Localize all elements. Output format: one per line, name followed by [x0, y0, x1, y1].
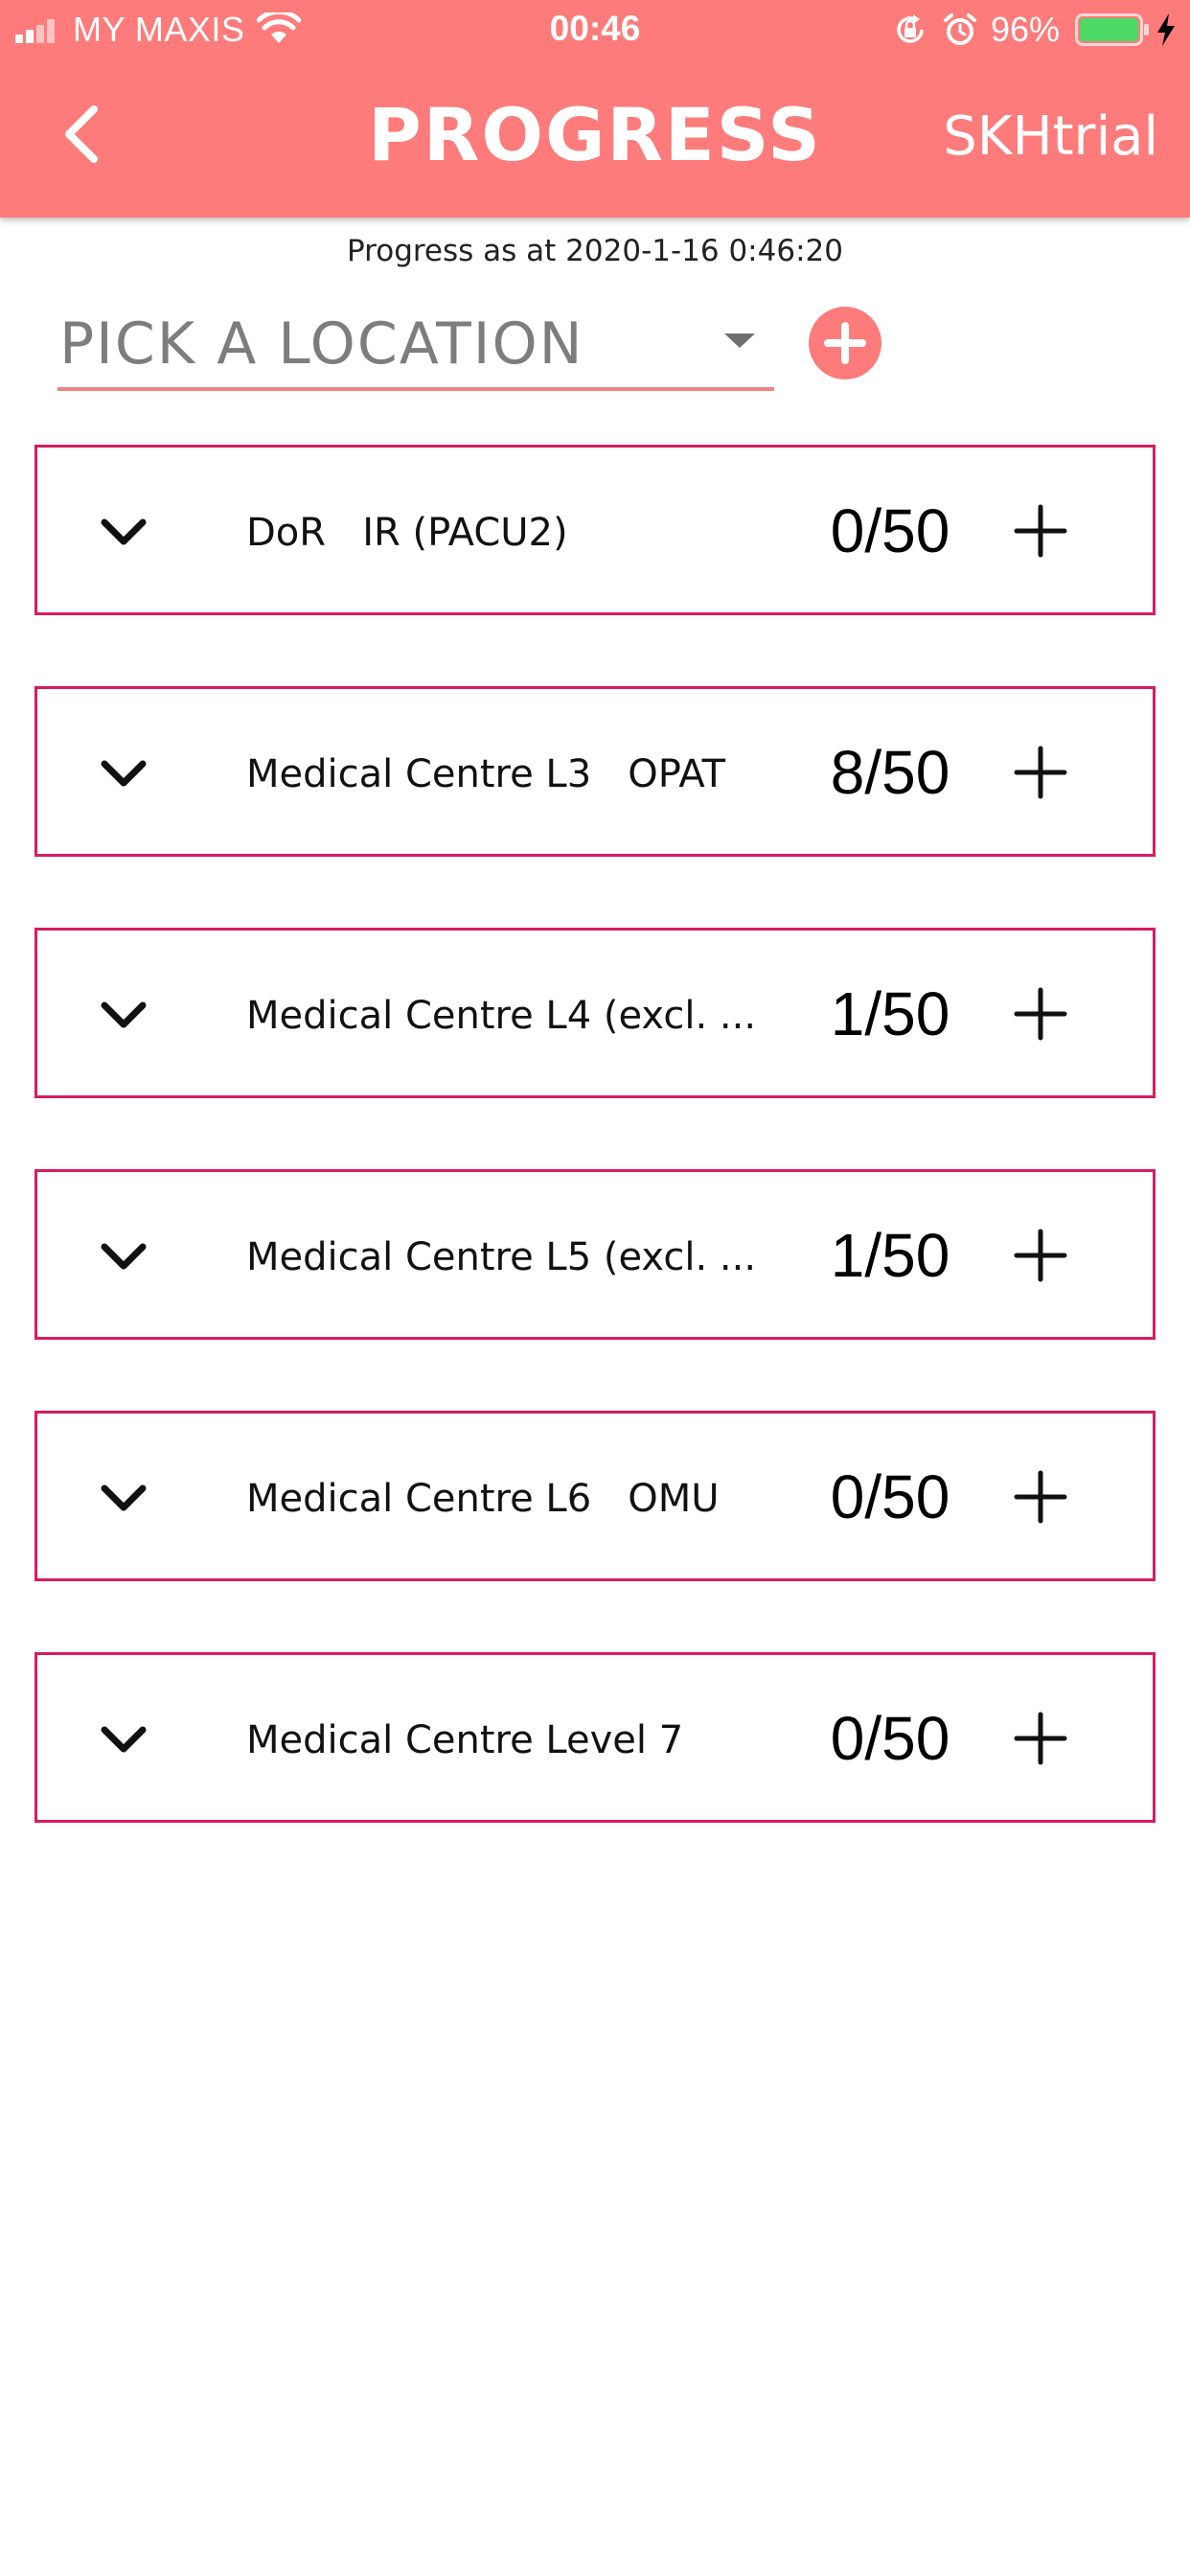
location-card[interactable]: Medical Centre L5 (excl. ... 1/50 [34, 1169, 1156, 1340]
plus-circle-icon [824, 322, 866, 364]
chevron-down-icon[interactable] [97, 1716, 150, 1762]
location-name: Medical Centre L6 OMU [246, 1477, 720, 1521]
chevron-down-icon[interactable] [97, 1233, 150, 1279]
status-bar: MY MAXIS 00:46 96% [0, 0, 1190, 59]
location-list: DoR IR (PACU2) 0/50 Medical Centre L3 OP… [34, 445, 1156, 1894]
alarm-icon [944, 13, 976, 45]
chevron-down-icon[interactable] [97, 509, 150, 555]
location-name: Medical Centre L3 OPAT [246, 752, 726, 796]
add-icon[interactable] [1009, 1465, 1072, 1529]
user-label[interactable]: SKHtrial [943, 105, 1158, 168]
location-progress: 0/50 [830, 1704, 950, 1773]
location-card[interactable]: Medical Centre L3 OPAT 8/50 [34, 686, 1156, 857]
location-progress: 0/50 [830, 1462, 950, 1531]
location-card[interactable]: Medical Centre Level 7 0/50 [34, 1652, 1156, 1823]
location-progress: 8/50 [830, 738, 950, 807]
location-card[interactable]: Medical Centre L4 (excl. ... 1/50 [34, 928, 1156, 1098]
battery-percentage: 96% [991, 10, 1061, 49]
rotation-lock-icon [897, 14, 924, 43]
add-icon[interactable] [1009, 499, 1072, 563]
dropdown-arrow-icon [724, 334, 755, 348]
location-progress: 1/50 [830, 1221, 950, 1290]
battery-icon [1075, 13, 1149, 46]
add-icon[interactable] [1009, 1707, 1072, 1770]
location-name: Medical Centre L5 (excl. ... [246, 1235, 757, 1279]
charging-icon [1157, 13, 1175, 46]
location-name: DoR IR (PACU2) [246, 511, 568, 555]
location-dropdown[interactable]: PICK A LOCATION [57, 297, 774, 391]
progress-timestamp: Progress as at 2020-1-16 0:46:20 [347, 234, 843, 268]
add-location-button[interactable] [809, 307, 881, 380]
nav-bar: PROGRESS SKHtrial [0, 59, 1190, 218]
chevron-down-icon[interactable] [97, 750, 150, 796]
app-header: MY MAXIS 00:46 96% PROGRESS SKHtrial [0, 0, 1190, 218]
chevron-down-icon[interactable] [97, 1475, 150, 1521]
location-name: Medical Centre Level 7 [246, 1718, 684, 1762]
chevron-down-icon[interactable] [97, 992, 150, 1038]
location-progress: 0/50 [830, 496, 950, 565]
add-icon[interactable] [1009, 982, 1072, 1046]
location-placeholder: PICK A LOCATION [59, 310, 584, 378]
location-card[interactable]: DoR IR (PACU2) 0/50 [34, 445, 1156, 615]
add-icon[interactable] [1009, 741, 1072, 804]
location-card[interactable]: Medical Centre L6 OMU 0/50 [34, 1411, 1156, 1581]
location-progress: 1/50 [830, 979, 950, 1048]
location-name: Medical Centre L4 (excl. ... [246, 994, 757, 1038]
add-icon[interactable] [1009, 1224, 1072, 1287]
